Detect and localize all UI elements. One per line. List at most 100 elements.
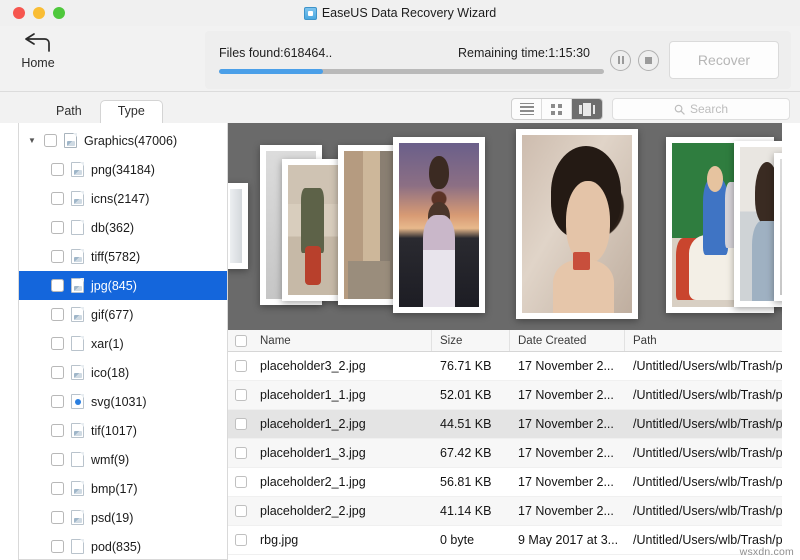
photo-edge[interactable] xyxy=(228,183,248,269)
sidebar-item-gif[interactable]: gif(677) xyxy=(19,300,227,329)
search-input[interactable]: Search xyxy=(612,98,790,120)
checkbox-row[interactable] xyxy=(235,534,247,546)
sidebar-item-tiff[interactable]: tiff(5782) xyxy=(19,242,227,271)
table-row[interactable]: placeholder1_2.jpg 44.51 KB 17 November 2.… xyxy=(228,410,782,439)
column-header-name[interactable]: Name xyxy=(252,330,432,351)
tab-path-label: Path xyxy=(56,104,82,118)
checkbox-row[interactable] xyxy=(235,360,247,372)
stop-button[interactable] xyxy=(638,49,659,71)
tab-type[interactable]: Type xyxy=(99,100,163,123)
image-file-icon xyxy=(71,510,84,525)
cell-date-created: 17 November 2... xyxy=(518,417,614,431)
table-row[interactable]: placeholder3_2.jpg 76.71 KB 17 November 2.… xyxy=(228,352,782,381)
image-file-icon xyxy=(71,191,84,206)
sidebar-item-label: png(34184) xyxy=(91,162,155,177)
table-row[interactable]: rbg.jpg 0 byte 9 May 2017 at 3... /Untitled… xyxy=(228,526,782,555)
checkbox-xar[interactable] xyxy=(51,337,64,350)
row-checkbox-cell[interactable] xyxy=(228,389,252,401)
checkbox-svg[interactable] xyxy=(51,395,64,408)
checkbox-jpg[interactable] xyxy=(51,279,64,292)
checkbox-ico[interactable] xyxy=(51,366,64,379)
checkbox-row[interactable] xyxy=(235,476,247,488)
checkbox-icns[interactable] xyxy=(51,192,64,205)
checkbox-row[interactable] xyxy=(235,418,247,430)
row-checkbox-cell[interactable] xyxy=(228,360,252,372)
tab-path[interactable]: Path xyxy=(38,100,100,123)
checkbox-row[interactable] xyxy=(235,505,247,517)
photo-far-right[interactable] xyxy=(774,153,782,301)
maximize-button[interactable] xyxy=(53,7,65,19)
photo-beach-father-daughter[interactable] xyxy=(393,137,485,313)
row-checkbox-cell[interactable] xyxy=(228,534,252,546)
image-file-icon xyxy=(71,365,84,380)
cell-date-created: 17 November 2... xyxy=(518,475,614,489)
table-row[interactable]: placeholder1_3.jpg 67.42 KB 17 November 2.… xyxy=(228,439,782,468)
checkbox-graphics[interactable] xyxy=(44,134,57,147)
sidebar-item-db[interactable]: db(362) xyxy=(19,213,227,242)
view-mode-segmented-control xyxy=(511,98,603,120)
sidebar-item-pod[interactable]: pod(835) xyxy=(19,532,227,559)
list-view-button[interactable] xyxy=(512,99,542,119)
view-controls: Search xyxy=(511,98,790,120)
checkbox-gif[interactable] xyxy=(51,308,64,321)
toolbar: Home Files found:618464.. Remaining time… xyxy=(0,26,800,92)
sidebar-item-psd[interactable]: psd(19) xyxy=(19,503,227,532)
image-file-icon xyxy=(71,307,84,322)
grid-view-button[interactable] xyxy=(542,99,572,119)
recover-button[interactable]: Recover xyxy=(669,41,779,79)
checkbox-wmf[interactable] xyxy=(51,453,64,466)
column-header-size[interactable]: Size xyxy=(432,330,510,351)
sidebar-item-bmp[interactable]: bmp(17) xyxy=(19,474,227,503)
app-window: EaseUS Data Recovery Wizard Home Files f… xyxy=(0,0,800,560)
coverflow-view-button[interactable] xyxy=(572,99,602,119)
photo-girl-portrait[interactable] xyxy=(516,129,638,319)
checkbox-tif[interactable] xyxy=(51,424,64,437)
checkbox-row[interactable] xyxy=(235,447,247,459)
table-row[interactable]: placeholder2_1.jpg 56.81 KB 17 November 2.… xyxy=(228,468,782,497)
right-pane: Name Size Date Created Path placeholder3… xyxy=(228,123,800,560)
photo-wall[interactable] xyxy=(338,145,400,305)
sidebar-item-xar[interactable]: xar(1) xyxy=(19,329,227,358)
checkbox-tiff[interactable] xyxy=(51,250,64,263)
pause-button[interactable] xyxy=(610,49,631,71)
table-row[interactable]: placeholder1_1.jpg 52.01 KB 17 November 2.… xyxy=(228,381,782,410)
checkbox-bmp[interactable] xyxy=(51,482,64,495)
column-header-path[interactable]: Path xyxy=(625,330,782,351)
close-button[interactable] xyxy=(13,7,25,19)
home-button[interactable]: Home xyxy=(0,26,76,70)
sidebar-item-label: db(362) xyxy=(91,220,135,235)
row-checkbox-cell[interactable] xyxy=(228,505,252,517)
search-placeholder: Search xyxy=(689,102,729,116)
chevron-down-icon[interactable]: ▼ xyxy=(28,136,37,145)
sidebar-item-tif[interactable]: tif(1017) xyxy=(19,416,227,445)
select-all-header[interactable] xyxy=(228,330,252,351)
sidebar-item-jpg[interactable]: jpg(845) xyxy=(19,271,227,300)
sidebar-item-graphics[interactable]: ▼ Graphics(47006) xyxy=(19,126,227,155)
sidebar-item-svg[interactable]: svg(1031) xyxy=(19,387,227,416)
checkbox-png[interactable] xyxy=(51,163,64,176)
cell-name: placeholder2_2.jpg xyxy=(260,504,366,518)
minimize-button[interactable] xyxy=(33,7,45,19)
table-row[interactable]: placeholder2_2.jpg 41.14 KB 17 November 2.… xyxy=(228,497,782,526)
row-checkbox-cell[interactable] xyxy=(228,418,252,430)
tab-strip: Path Type Search xyxy=(0,92,800,123)
sidebar-item-png[interactable]: png(34184) xyxy=(19,155,227,184)
row-checkbox-cell[interactable] xyxy=(228,476,252,488)
checkbox-row[interactable] xyxy=(235,389,247,401)
checkbox-select-all[interactable] xyxy=(235,334,247,347)
sidebar-item-wmf[interactable]: wmf(9) xyxy=(19,445,227,474)
cell-size: 56.81 KB xyxy=(440,475,492,489)
checkbox-psd[interactable] xyxy=(51,511,64,524)
preview-coverflow[interactable] xyxy=(228,123,782,330)
cell-path: /Untitled/Users/wlb/Trash/paul'... xyxy=(633,475,782,489)
photo-man[interactable] xyxy=(282,159,344,301)
column-header-date-created[interactable]: Date Created xyxy=(510,330,625,351)
sidebar-item-icns[interactable]: icns(2147) xyxy=(19,184,227,213)
checkbox-pod[interactable] xyxy=(51,540,64,553)
coverflow-view-icon xyxy=(579,102,595,116)
checkbox-db[interactable] xyxy=(51,221,64,234)
sidebar-item-ico[interactable]: ico(18) xyxy=(19,358,227,387)
sidebar-item-label: ico(18) xyxy=(91,365,130,380)
row-checkbox-cell[interactable] xyxy=(228,447,252,459)
cell-size: 0 byte xyxy=(440,533,475,547)
